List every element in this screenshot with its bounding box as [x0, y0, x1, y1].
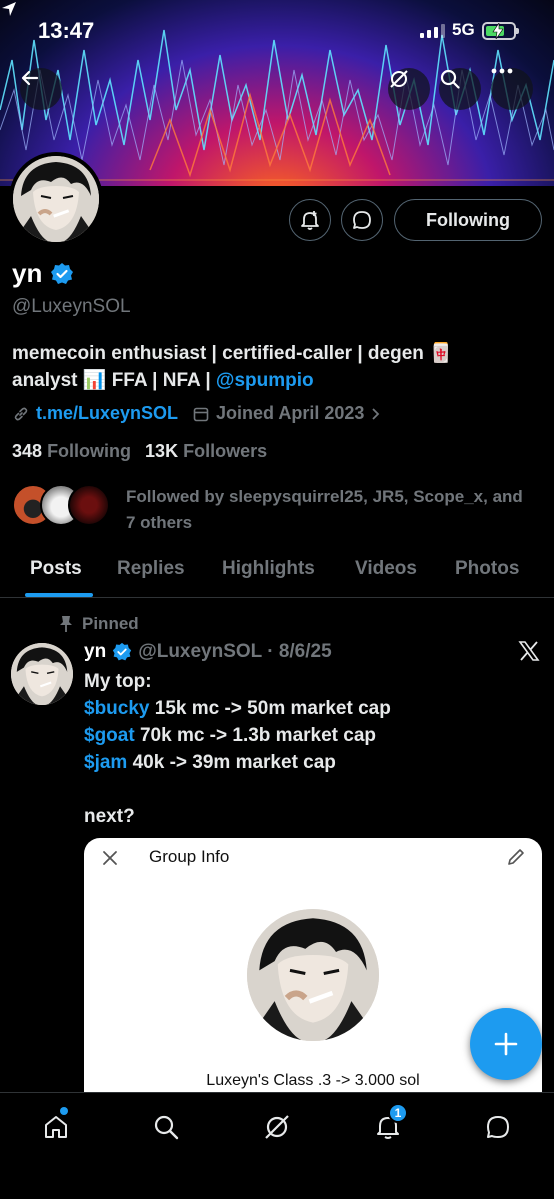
nav-search[interactable]: [146, 1107, 186, 1147]
avatar-illustration: [13, 156, 99, 242]
nav-notifications[interactable]: 1: [368, 1103, 408, 1147]
follow-counts: 348 Following 13K Followers: [12, 441, 267, 462]
post-line: $jam 40k -> 39m market cap: [84, 749, 534, 776]
verified-icon: [113, 642, 132, 661]
location-icon: [2, 2, 16, 16]
pinned-text: Pinned: [82, 614, 139, 633]
compose-button[interactable]: [470, 1008, 542, 1080]
search-icon: [440, 69, 460, 89]
post-meta[interactable]: @LuxeynSOL · 8/6/25: [138, 641, 331, 663]
cashtag-jam[interactable]: $jam: [84, 752, 127, 773]
followers-label: Followers: [183, 441, 268, 461]
status-bar: 13:47 5G: [0, 0, 554, 60]
bio-line-2-text: analyst 📊 FFA | NFA |: [12, 370, 216, 391]
followers-count: 13K: [145, 441, 179, 461]
post-line: [84, 776, 534, 803]
profile-avatar[interactable]: [9, 152, 103, 246]
following-label: Following: [47, 441, 132, 461]
post-author-avatar[interactable]: [11, 643, 73, 705]
followed-by-text[interactable]: Followed by sleepysquirrel25, JR5, Scope…: [126, 484, 536, 536]
plus-icon: [494, 1032, 518, 1056]
search-button[interactable]: [439, 68, 481, 110]
nav-messages[interactable]: [478, 1107, 518, 1147]
avatar-illustration: [247, 909, 379, 1041]
cashtag-goat[interactable]: $goat: [84, 725, 135, 746]
bottom-nav: 1: [0, 1092, 554, 1199]
tab-replies[interactable]: Replies: [117, 558, 185, 580]
group-avatar: [247, 909, 379, 1041]
more-icon: [491, 68, 513, 74]
tab-posts[interactable]: Posts: [30, 558, 82, 580]
post-line: My top:: [84, 668, 534, 695]
profile-tabs: Posts Replies Highlights Videos Photos: [0, 548, 554, 598]
status-time: 13:47: [38, 18, 95, 43]
post-line: $bucky 15k mc -> 50m market cap: [84, 695, 534, 722]
nav-home[interactable]: [36, 1107, 76, 1147]
tab-highlights[interactable]: Highlights: [222, 558, 315, 580]
signal-icon: [420, 24, 445, 38]
chevron-right-icon[interactable]: [370, 407, 382, 421]
website-link[interactable]: t.me/LuxeynSOL: [36, 403, 178, 424]
pinned-label: Pinned: [58, 614, 139, 634]
battery-icon: [482, 22, 519, 40]
more-button[interactable]: [491, 68, 533, 110]
notify-button[interactable]: [289, 199, 331, 241]
message-button[interactable]: [341, 199, 383, 241]
profile-banner: 13:47 5G: [0, 0, 554, 186]
calendar-icon: [193, 407, 209, 421]
profile-meta: t.me/LuxeynSOL Joined April 2023: [12, 403, 382, 424]
post-text: My top: $bucky 15k mc -> 50m market cap …: [84, 668, 534, 830]
cashtag-bucky[interactable]: $bucky: [84, 698, 149, 719]
post-author-name[interactable]: yn: [84, 641, 106, 663]
post-line: $goat 70k mc -> 1.3b market cap: [84, 722, 534, 749]
post-line-text: 70k mc -> 1.3b market cap: [134, 725, 377, 746]
back-button[interactable]: [20, 68, 62, 110]
home-unread-dot: [60, 1107, 68, 1115]
display-name: yn: [12, 258, 43, 288]
post-line-text: 40k -> 39m market cap: [127, 752, 336, 773]
card-caption: Luxeyn's Class .3 -> 3.000 sol: [206, 1072, 420, 1089]
tab-photos[interactable]: Photos: [455, 558, 519, 580]
followers-count-link[interactable]: 13K Followers: [145, 441, 267, 462]
grok-icon: [390, 70, 408, 88]
profile-handle: @LuxeynSOL: [12, 296, 131, 317]
post-line: next?: [84, 803, 534, 830]
avatar-illustration: [11, 643, 73, 705]
bio-line-1: memecoin enthusiast | certified-caller |…: [12, 343, 453, 364]
bio-mention-link[interactable]: @spumpio: [216, 370, 314, 391]
home-icon: [45, 1116, 67, 1138]
x-logo-icon: [518, 641, 540, 661]
followed-by-avatars[interactable]: [12, 484, 110, 526]
search-icon: [154, 1115, 179, 1140]
grok-icon: [265, 1115, 289, 1139]
joined-date[interactable]: Joined April 2023: [216, 403, 364, 424]
chat-icon: [487, 1116, 509, 1138]
pin-icon: [60, 616, 72, 632]
tab-videos[interactable]: Videos: [355, 558, 417, 580]
post-line-text: next?: [84, 806, 135, 827]
active-tab-indicator: [25, 593, 93, 597]
post-line-text: My top:: [84, 671, 152, 692]
notifications-badge: 1: [388, 1103, 408, 1123]
verified-icon[interactable]: [50, 262, 74, 286]
profile-name: yn: [12, 258, 74, 289]
grok-button[interactable]: [388, 68, 430, 110]
following-count: 348: [12, 441, 43, 461]
card-title: Group Info: [149, 847, 230, 866]
post-line-text: 15k mc -> 50m market cap: [149, 698, 391, 719]
following-button[interactable]: Following: [394, 199, 542, 241]
follower-avatar: [68, 484, 110, 526]
link-icon: [14, 407, 28, 420]
back-arrow-icon: [21, 70, 39, 86]
message-icon: [353, 211, 371, 229]
network-type: 5G: [452, 20, 475, 39]
following-count-link[interactable]: 348 Following: [12, 441, 131, 462]
bell-plus-icon: [301, 211, 319, 230]
pencil-icon: [508, 849, 524, 865]
close-icon: [103, 851, 117, 865]
nav-grok[interactable]: [257, 1107, 297, 1147]
bio-line-2: analyst 📊 FFA | NFA | @spumpio: [12, 367, 532, 394]
profile-bio: memecoin enthusiast | certified-caller |…: [12, 340, 532, 394]
post-header: yn @LuxeynSOL · 8/6/25: [84, 641, 332, 663]
